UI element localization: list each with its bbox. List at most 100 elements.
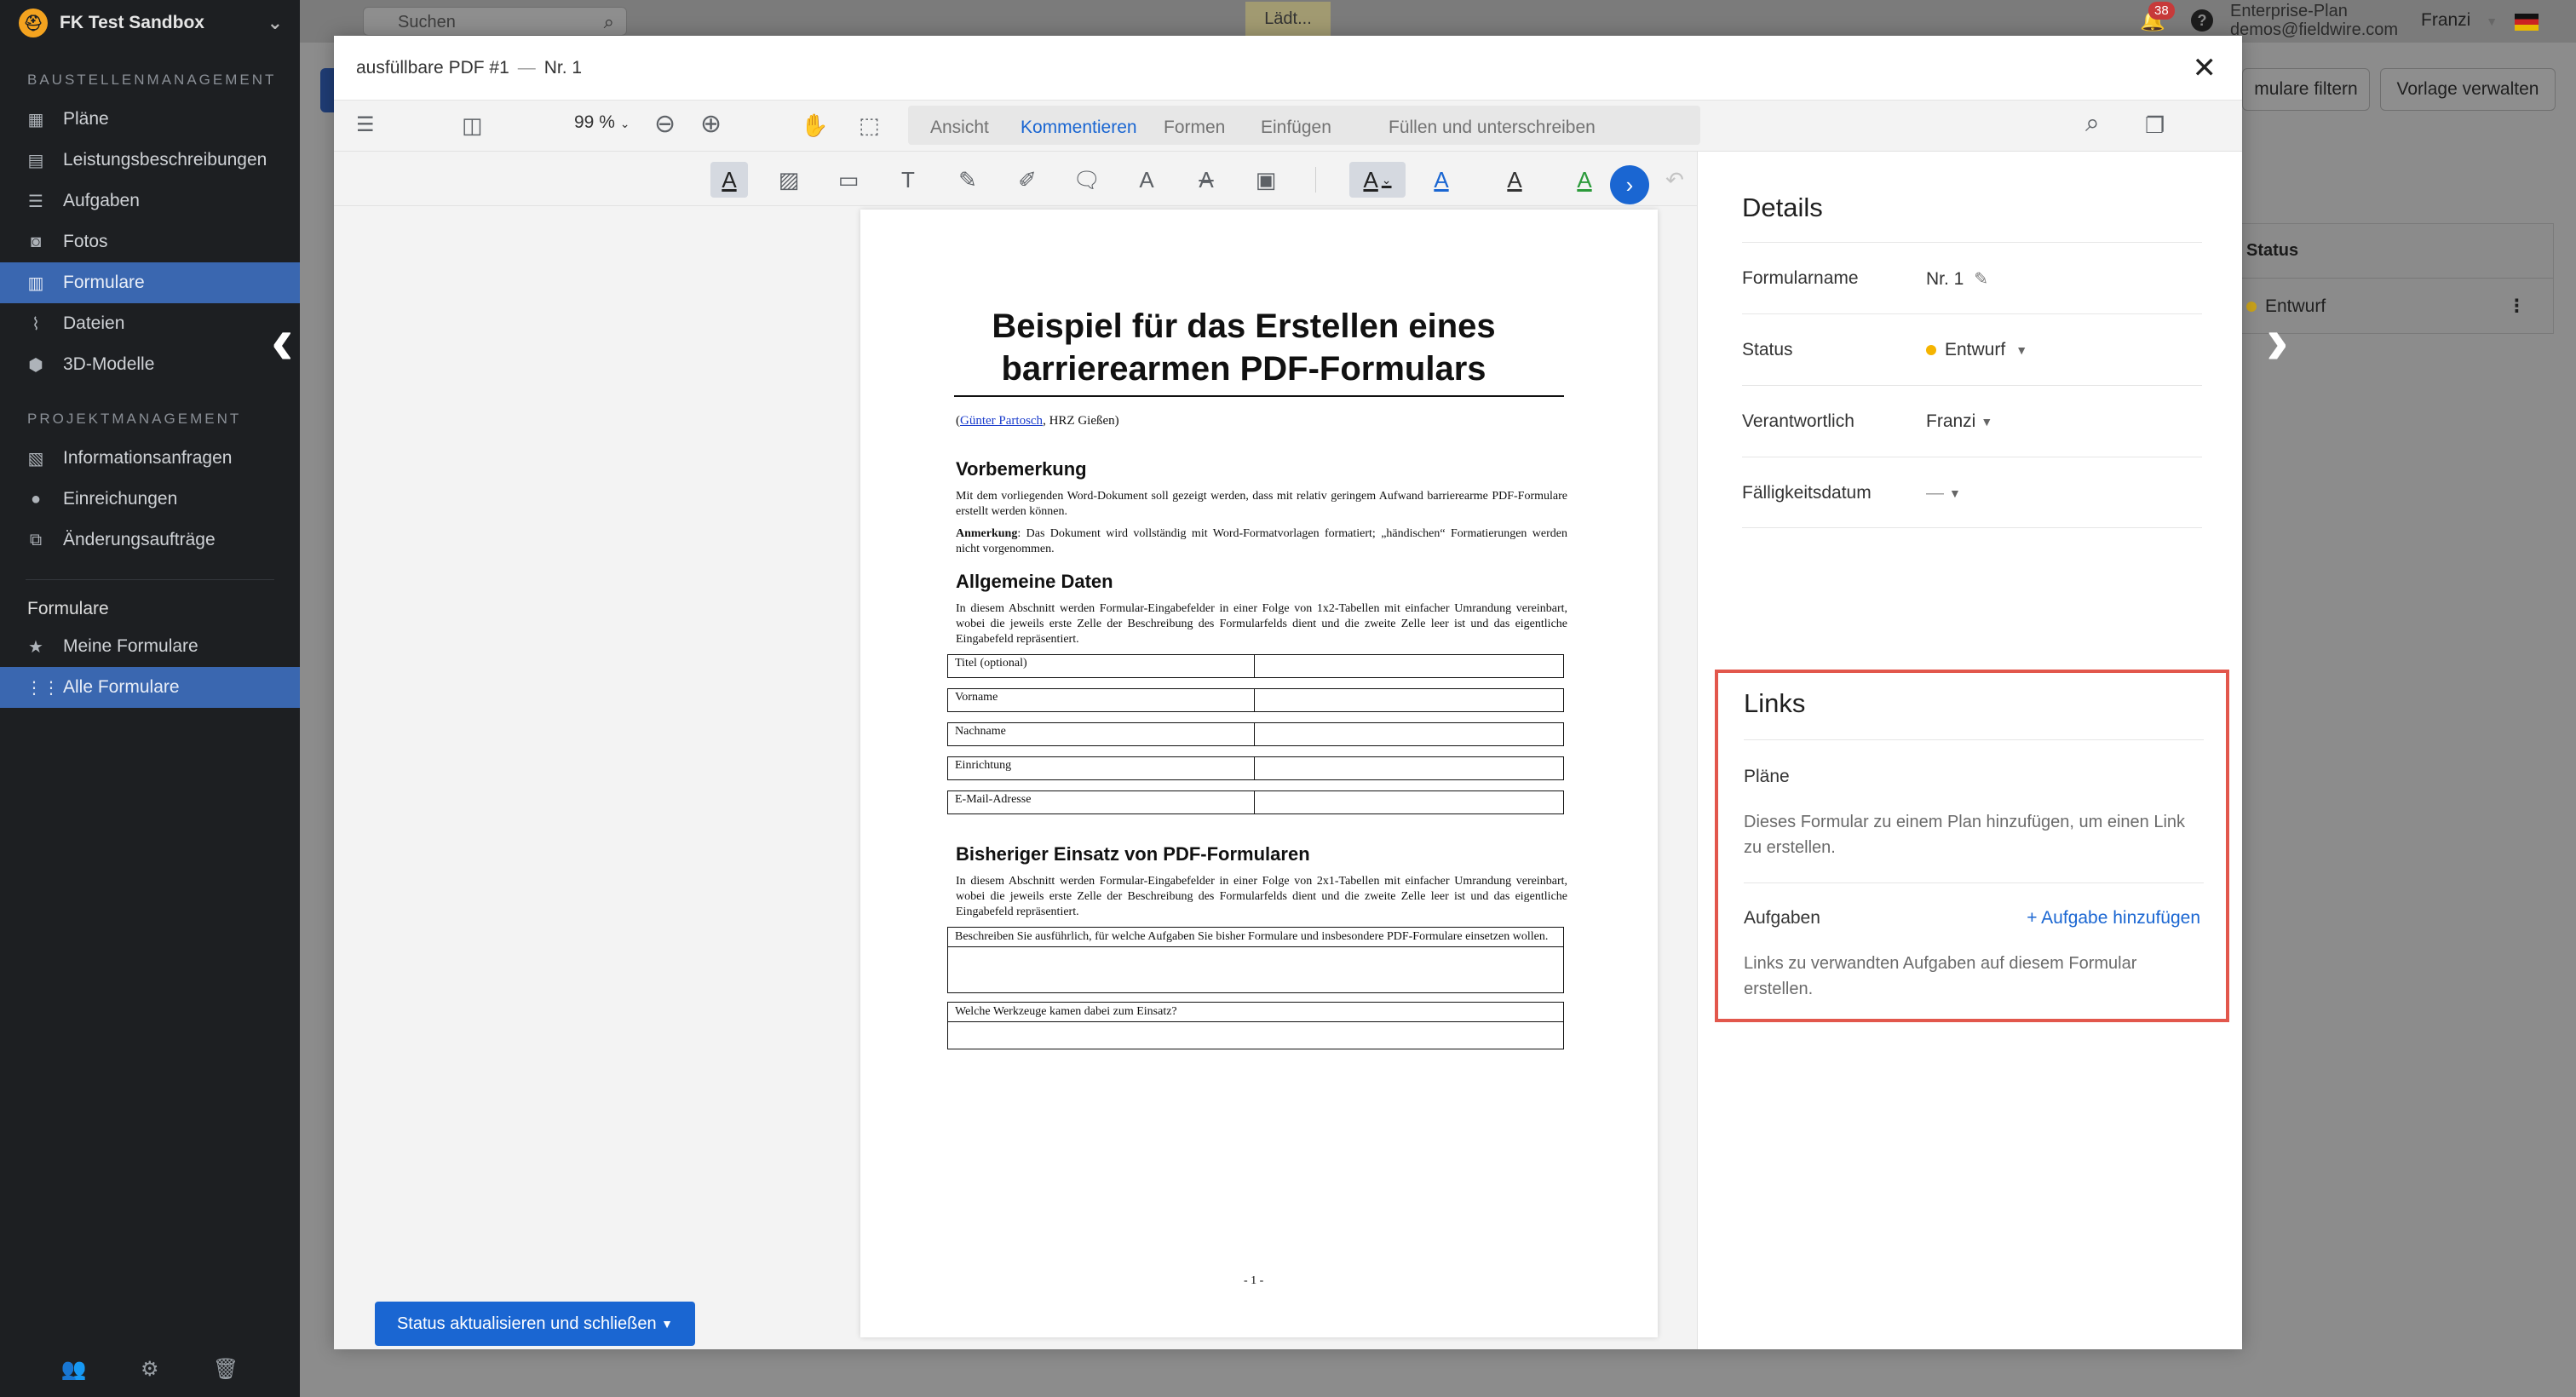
sidebar-item-rfis[interactable]: ▧ Informationsanfragen xyxy=(0,438,300,479)
image-icon[interactable]: ▣ xyxy=(1247,162,1285,198)
pdf-title-line1: Beispiel für das Erstellen eines xyxy=(992,308,1496,345)
links-tasks-label: Aufgaben xyxy=(1744,908,1820,928)
pdf-author: (Günter Partosch, HRZ Gießen) xyxy=(956,414,1119,428)
sidebar-item-change-orders[interactable]: ⧉ Änderungsaufträge xyxy=(0,520,300,561)
more-vertical-icon[interactable]: ⋮ xyxy=(2508,296,2526,317)
select-area-icon[interactable]: ⬚ xyxy=(859,112,880,139)
team-icon[interactable]: 👥 xyxy=(61,1357,87,1382)
sidebar-item-submittals[interactable]: ● Einreichungen xyxy=(0,479,300,520)
form-field-row[interactable]: Titel (optional) xyxy=(947,654,1564,678)
status-select[interactable]: Entwurf ▼ xyxy=(1926,340,2027,360)
underline-text-icon[interactable]: A xyxy=(1128,162,1165,198)
forms-heading: Formulare xyxy=(27,599,109,618)
menu-icon[interactable]: ☰ xyxy=(356,112,375,137)
zoom-out-icon[interactable]: ⊖ xyxy=(654,109,676,139)
sidebar-item-label: Formulare xyxy=(63,273,145,292)
user-menu[interactable]: Franzi ▼ xyxy=(2421,10,2498,31)
links-plans-label: Pläne xyxy=(1744,767,1790,786)
form-field-row[interactable]: Einrichtung xyxy=(947,756,1564,780)
pan-hand-icon[interactable]: ✋ xyxy=(801,112,828,139)
add-task-link[interactable]: + Aufgabe hinzufügen xyxy=(2027,908,2200,928)
rectangle-icon[interactable]: ▭ xyxy=(830,162,867,198)
text-color-blue-icon[interactable]: A xyxy=(1423,162,1460,198)
search-input[interactable]: Suchen ⌕ xyxy=(363,7,627,36)
sidebar-item-label: Fotos xyxy=(63,232,108,251)
strikethrough-icon[interactable]: A xyxy=(1187,162,1225,198)
german-flag-icon[interactable] xyxy=(2515,14,2539,31)
form-modal: ausfüllbare PDF #1 — Nr. 1 ✕ ☰ ◫ 99 % ⌄ … xyxy=(334,36,2242,1349)
comment-icon[interactable]: 🗨 xyxy=(1068,162,1106,198)
tab-insert[interactable]: Einfügen xyxy=(1261,118,1331,138)
next-arrow-icon[interactable]: › xyxy=(2266,307,2289,375)
sidebar-item-photos[interactable]: ◙ Fotos xyxy=(0,221,300,262)
sidebar-item-tasks[interactable]: ☰ Aufgaben xyxy=(0,181,300,221)
free-text-icon[interactable]: T xyxy=(889,162,927,198)
account-email: demos@fieldwire.com xyxy=(2230,20,2399,39)
links-divider xyxy=(1744,882,2204,883)
comments-panel-icon[interactable]: ❐ xyxy=(2145,112,2165,139)
text-color-icon[interactable]: A ⌄ xyxy=(1349,162,1406,198)
text-color-black-icon[interactable]: A xyxy=(1496,162,1533,198)
tab-shapes[interactable]: Formen xyxy=(1164,118,1225,138)
pencil-icon[interactable]: ✎ xyxy=(1974,268,1988,290)
due-date-select[interactable]: — ▼ xyxy=(1926,483,1961,503)
question-box[interactable]: Welche Werkzeuge kamen dabei zum Einsatz… xyxy=(947,1002,1564,1049)
sidebar-item-label: Einreichungen xyxy=(63,489,178,509)
marker-icon[interactable]: ✐ xyxy=(1009,162,1046,198)
pen-icon[interactable]: ✎ xyxy=(949,162,986,198)
project-name: FK Test Sandbox xyxy=(60,13,204,32)
tab-comment[interactable]: Kommentieren xyxy=(1021,118,1137,138)
search-icon[interactable]: ⌕ xyxy=(2085,109,2100,138)
caret-down-icon: ▼ xyxy=(1981,415,1993,428)
text-box-icon[interactable]: ▨ xyxy=(770,162,808,198)
zoom-in-icon[interactable]: ⊕ xyxy=(700,109,722,139)
change-order-icon: ⧉ xyxy=(29,530,43,549)
sidebar-item-all-forms[interactable]: ⋮⋮ Alle Formulare xyxy=(0,667,300,708)
paragraph-general-data: In diesem Abschnitt werden Formular-Eing… xyxy=(956,602,1567,646)
previous-arrow-icon[interactable]: ‹ xyxy=(271,307,294,375)
sidebar-item-label: Alle Formulare xyxy=(63,677,180,697)
close-icon[interactable]: ✕ xyxy=(2193,51,2217,85)
links-divider xyxy=(1744,739,2204,740)
manage-template-button[interactable]: Vorlage verwalten xyxy=(2380,68,2556,111)
form-field-row[interactable]: Vorname xyxy=(947,688,1564,712)
undo-icon[interactable]: ↶ xyxy=(1656,162,1693,198)
sidebar-item-label: Informationsanfragen xyxy=(63,448,233,468)
zoom-level: 99 % xyxy=(574,112,615,132)
sidebar-item-plans[interactable]: ▦ Pläne xyxy=(0,99,300,140)
sidebar-item-3d-models[interactable]: ⬢ 3D-Modelle xyxy=(0,344,300,385)
camera-icon: ◙ xyxy=(30,232,42,251)
text-color-green-icon[interactable]: A xyxy=(1566,162,1603,198)
viewer-toolbar: ☰ ◫ 99 % ⌄ ⊖ ⊕ ✋ ⬚ Ansicht Kommentieren … xyxy=(334,101,2242,152)
more-tools-icon[interactable]: › xyxy=(1610,165,1649,204)
form-name-value[interactable]: Nr. 1 ✎ xyxy=(1926,268,1988,290)
field-label: Vorname xyxy=(948,689,1255,711)
project-switcher[interactable]: ⛑ FK Test Sandbox ⌄ xyxy=(0,0,300,46)
panel-toggle-icon[interactable]: ◫ xyxy=(462,112,483,139)
gear-icon[interactable]: ⚙ xyxy=(141,1357,159,1382)
links-title: Links xyxy=(1744,688,1806,718)
highlight-text-icon[interactable]: A xyxy=(710,162,748,198)
form-field-row[interactable]: E-Mail-Adresse xyxy=(947,790,1564,814)
detail-row-due-date: Fälligkeitsdatum — ▼ xyxy=(1742,457,2202,528)
sidebar-item-files[interactable]: ⌇ Dateien xyxy=(0,303,300,344)
tab-fill-sign[interactable]: Füllen und unterschreiben xyxy=(1389,118,1596,138)
zoom-select[interactable]: 99 % ⌄ xyxy=(574,112,630,133)
author-rest: , HRZ Gießen) xyxy=(1043,414,1119,428)
pdf-page[interactable]: Beispiel für das Erstellen eines barriere… xyxy=(860,210,1658,1337)
detail-row-assignee: Verantwortlich Franzi ▼ xyxy=(1742,385,2202,457)
trash-icon[interactable]: 🗑 xyxy=(213,1357,239,1382)
form-field-row[interactable]: Nachname xyxy=(947,722,1564,746)
annotation-toolbar: A ▨ ▭ T ✎ ✐ 🗨 A A ▣ A ⌄ A A A › ↶ xyxy=(334,152,1697,206)
filter-forms-button[interactable]: mulare filtern xyxy=(2242,68,2370,111)
author-link[interactable]: Günter Partosch xyxy=(960,414,1043,428)
assignee-select[interactable]: Franzi ▼ xyxy=(1926,411,1992,432)
question-box[interactable]: Beschreiben Sie ausführlich, für welche … xyxy=(947,927,1564,993)
sidebar-item-my-forms[interactable]: ★ Meine Formulare xyxy=(0,626,300,667)
help-icon[interactable]: ? xyxy=(2191,9,2213,32)
update-status-close-button[interactable]: Status aktualisieren und schließen ▼ xyxy=(375,1302,695,1346)
detail-label: Verantwortlich xyxy=(1742,411,1854,431)
sidebar-item-specs[interactable]: ▤ Leistungsbeschreibungen xyxy=(0,140,300,181)
sidebar-item-forms[interactable]: ▥ Formulare xyxy=(0,262,300,303)
tab-view[interactable]: Ansicht xyxy=(930,118,989,138)
